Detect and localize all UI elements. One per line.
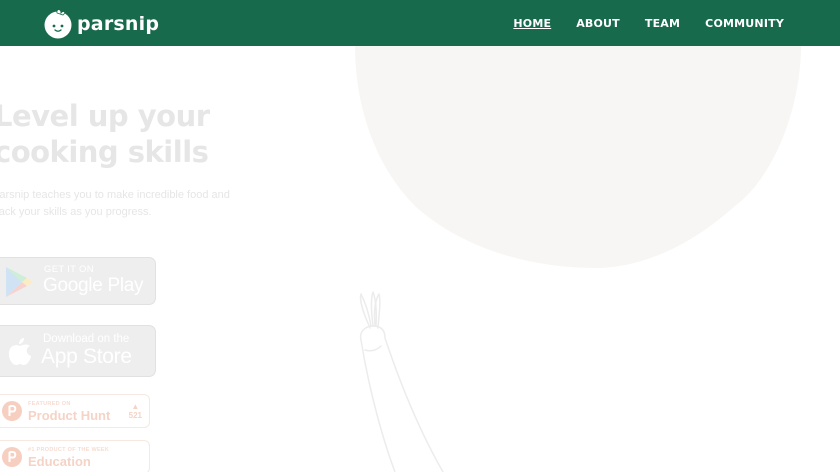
- hero-title-line-2: cooking skills: [0, 135, 209, 169]
- app-store-big-text: App Store: [41, 345, 132, 368]
- product-hunt-featured-badge[interactable]: FEATURED ON Product Hunt ▲ 521: [0, 394, 150, 428]
- nav-home-link[interactable]: HOME: [513, 17, 551, 30]
- google-play-big-text: Google Play: [43, 275, 144, 296]
- app-store-button[interactable]: Download on the App Store: [0, 325, 156, 377]
- brand-logo-link[interactable]: parsnip: [43, 9, 159, 39]
- google-play-button[interactable]: GET IT ON Google Play: [0, 257, 156, 305]
- hero-subtitle-line-2: track your skills as you progress.: [0, 206, 152, 218]
- product-hunt-vote-count: ▲ 521: [129, 402, 142, 420]
- product-of-week-caption: #1 PRODUCT OF THE WEEK: [28, 447, 110, 453]
- product-hunt-icon: [2, 447, 22, 467]
- apple-icon: [8, 338, 32, 365]
- product-hunt-badge-title: Product Hunt: [28, 408, 111, 423]
- main-nav: HOME ABOUT TEAM COMMUNITY: [513, 0, 784, 46]
- hero-subtitle: Parsnip teaches you to make incredible f…: [0, 187, 242, 221]
- google-play-icon: [6, 267, 33, 297]
- nav-team-link[interactable]: TEAM: [645, 17, 680, 30]
- product-hunt-badge-caption: FEATURED ON: [28, 401, 71, 407]
- parsnip-logo-icon: [44, 9, 72, 39]
- nav-about-link[interactable]: ABOUT: [576, 17, 620, 30]
- vote-count-value: 521: [128, 411, 142, 420]
- product-of-week-title: Education: [28, 454, 91, 469]
- product-of-week-badge[interactable]: #1 PRODUCT OF THE WEEK Education: [0, 440, 150, 472]
- nav-community-link[interactable]: COMMUNITY: [705, 17, 784, 30]
- google-play-small-text: GET IT ON: [44, 264, 94, 275]
- carrot-illustration: [359, 291, 444, 472]
- brand-name: parsnip: [77, 13, 160, 35]
- upvote-arrow-icon: ▲: [131, 402, 140, 411]
- hero-title-line-1: Level up your: [0, 99, 210, 133]
- hero-title: Level up your cooking skills: [0, 98, 254, 170]
- background-blob: [355, 46, 801, 268]
- hero-subtitle-line-1: Parsnip teaches you to make incredible f…: [0, 189, 230, 201]
- app-store-small-text: Download on the: [43, 333, 130, 345]
- product-hunt-icon: [2, 401, 22, 421]
- top-navbar: parsnip HOME ABOUT TEAM COMMUNITY: [0, 0, 840, 46]
